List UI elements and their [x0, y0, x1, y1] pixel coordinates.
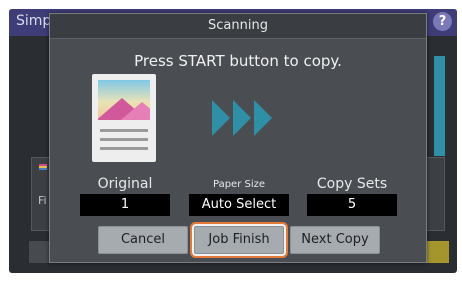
original-value: 1: [80, 194, 170, 216]
paper-size-label: Paper Size: [212, 179, 266, 190]
document-icon: [92, 74, 156, 162]
copy-sets-label: Copy Sets: [316, 176, 388, 192]
background-title: Simp: [16, 13, 52, 29]
document-picture: [98, 80, 150, 120]
copy-sets-value: 5: [307, 194, 397, 216]
original-label: Original: [97, 176, 153, 192]
cancel-button[interactable]: Cancel: [98, 226, 188, 254]
forward-arrows-icon: [212, 100, 272, 136]
color-swatch-icon: [39, 164, 47, 170]
help-icon[interactable]: ?: [433, 12, 452, 31]
dialog-title: Scanning: [208, 18, 268, 33]
background-panel-label: Fi: [38, 194, 47, 207]
background-accent-block: [434, 56, 445, 156]
scanning-dialog: Scanning Press START button to copy. Ori…: [49, 13, 427, 263]
next-copy-button[interactable]: Next Copy: [290, 226, 380, 254]
job-finish-button[interactable]: Job Finish: [194, 226, 284, 254]
instruction-text: Press START button to copy.: [134, 52, 342, 70]
dialog-title-bar: Scanning: [50, 14, 426, 39]
paper-size-value: Auto Select: [189, 194, 289, 216]
